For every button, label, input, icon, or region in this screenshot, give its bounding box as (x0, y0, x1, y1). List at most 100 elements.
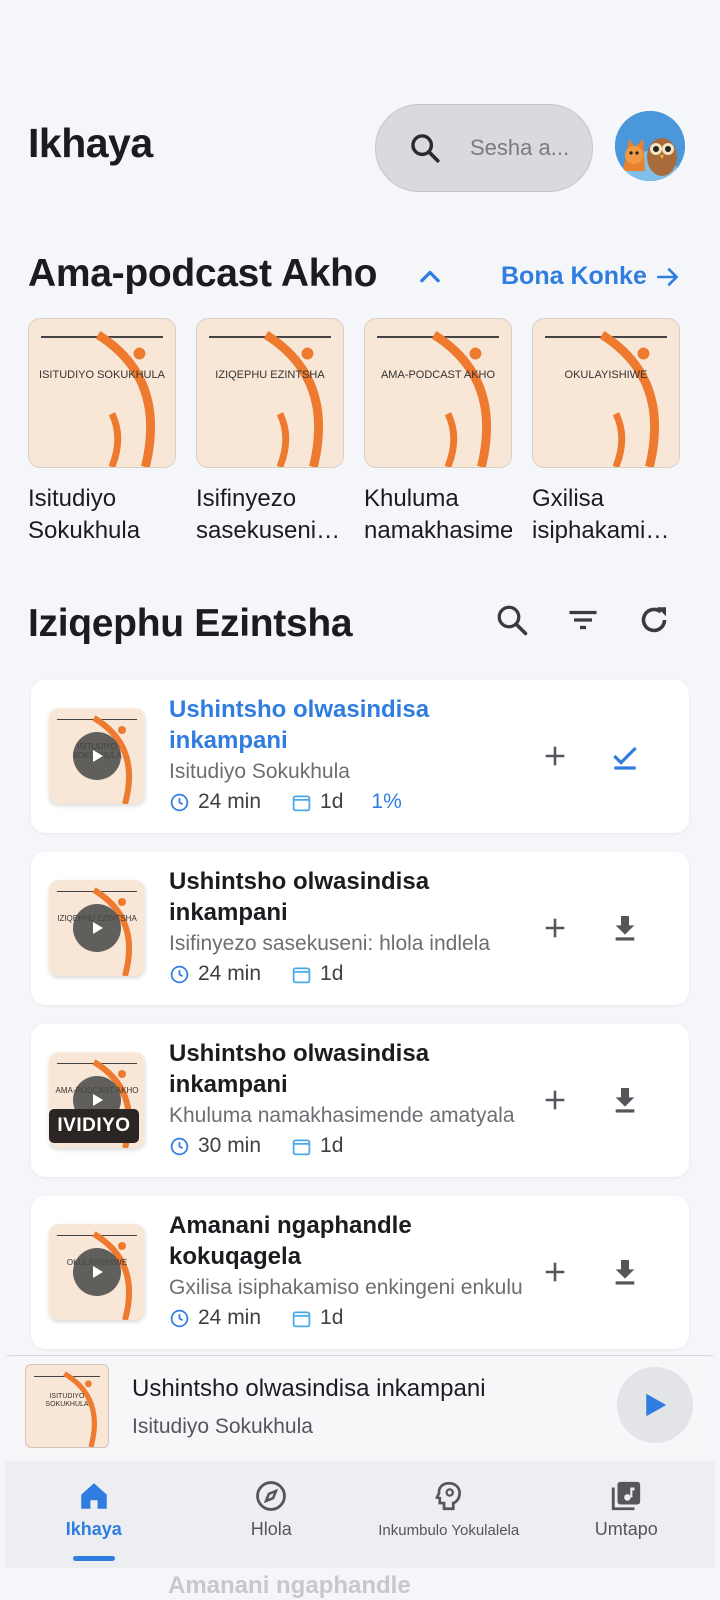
episode-title: Ushintsho olwasindisa inkampani (169, 868, 430, 926)
podcast-cover: OKULAYISHIWE (532, 318, 680, 468)
user-avatar[interactable] (615, 111, 685, 181)
search-icon[interactable] (494, 602, 530, 638)
episode-date: 1d (320, 962, 344, 985)
episode-title: Ushintsho olwasindisa inkampani (169, 696, 430, 754)
add-to-queue-icon[interactable] (541, 742, 569, 770)
play-button[interactable] (617, 1367, 693, 1443)
episode-duration: 24 min (198, 1306, 262, 1329)
episode-thumbnail[interactable]: IZIQEPHU EZINTSHA (49, 880, 145, 976)
play-icon (646, 1393, 667, 1417)
download-icon[interactable] (609, 1256, 641, 1288)
episode-show: Gxilisa isiphakamiso enkingeni enkulu (169, 1276, 523, 1299)
episode-thumbnail[interactable]: OKULAYISHIWE (49, 1224, 145, 1320)
nav-item-label: Hlola (250, 1519, 292, 1539)
calendar-icon (292, 1139, 311, 1155)
podcast-name: Khuluma namakhasimende (364, 485, 512, 544)
episode-date: 1d (320, 1306, 344, 1329)
play-overlay[interactable] (73, 732, 121, 780)
player-show: Isitudiyo Sokukhula (132, 1415, 313, 1438)
play-icon (93, 750, 103, 762)
see-all-label: Bona Konke (501, 262, 647, 290)
mini-player[interactable]: ISITUDIYO SOKUKHULA Ushintsho olwasindis… (5, 1355, 715, 1459)
home-icon (81, 1483, 107, 1509)
ghost-episode-title: Amanani ngaphandle (168, 1572, 411, 1599)
player-cover-text: ISITUDIYO SOKUKHULA (45, 1393, 89, 1408)
chevron-up-icon[interactable] (416, 262, 444, 290)
podcast-cover-text: OKULAYISHIWE (564, 369, 648, 381)
bottom-navigation: Ikhaya Hlola Inkumbulo Yokulalela Umtapo (5, 1461, 715, 1568)
podcast-name: Isitudiyo Sokukhula (28, 485, 141, 544)
nav-item-library[interactable]: Umtapo (538, 1461, 716, 1568)
episode-card[interactable]: IZIQEPHU EZINTSHA Ushintsho olwasindisa … (31, 852, 689, 1005)
clock-icon (170, 793, 189, 811)
podcast-cover-text: IZIQEPHU EZINTSHA (215, 369, 325, 381)
podcast-card[interactable]: ISITUDIYO SOKUKHULA Isitudiyo Sokukhula (28, 318, 176, 547)
podcasts-section-title: Ama-podcast Akho (28, 252, 378, 295)
play-icon (93, 1266, 103, 1278)
episode-duration: 24 min (198, 790, 262, 813)
add-to-queue-icon[interactable] (541, 1258, 569, 1286)
podcast-carousel[interactable]: ISITUDIYO SOKUKHULA Isitudiyo Sokukhula … (28, 318, 720, 548)
episode-duration: 24 min (198, 962, 262, 985)
podcast-card[interactable]: AMA-PODCAST AKHO Khuluma namakhasimende (364, 318, 512, 547)
download-icon[interactable] (609, 1084, 641, 1116)
episode-show: Isitudiyo Sokukhula (169, 760, 350, 783)
nav-item-listening-memory[interactable]: Inkumbulo Yokulalela (360, 1461, 538, 1568)
episode-date: 1d (320, 1134, 344, 1157)
nav-item-explore[interactable]: Hlola (183, 1461, 361, 1568)
episode-show: Isifinyezo sasekuseni: hlola indlela (169, 932, 491, 955)
podcast-cover-text: ISITUDIYO SOKUKHULA (39, 369, 165, 381)
calendar-icon (292, 967, 311, 983)
search-placeholder: Sesha a... (470, 135, 570, 160)
brain-icon (434, 1481, 461, 1511)
active-indicator (72, 1556, 115, 1561)
app-header: Ikhaya Sesha a... (0, 102, 720, 192)
podcast-card[interactable]: OKULAYISHIWE Gxilisa isiphakamiso enking… (532, 318, 680, 547)
episode-progress: 1% (371, 790, 402, 813)
podcast-card[interactable]: IZIQEPHU EZINTSHA Isifinyezo sasekuseni:… (196, 318, 344, 547)
calendar-icon (292, 795, 311, 811)
episode-title: Ushintsho olwasindisa inkampani (169, 1040, 430, 1098)
search-icon (411, 134, 440, 163)
add-to-queue-icon[interactable] (541, 914, 569, 942)
episodes-section-title: Iziqephu Ezintsha (28, 602, 353, 645)
podcast-cover: ISITUDIYO SOKUKHULA (28, 318, 176, 468)
player-thumbnail: ISITUDIYO SOKUKHULA (25, 1364, 109, 1448)
episode-title: Amanani ngaphandle kokuqagela (169, 1212, 412, 1270)
podcast-name: Isifinyezo sasekuseni: hlola indlela (196, 485, 323, 544)
refresh-icon[interactable] (636, 602, 672, 638)
add-to-queue-icon[interactable] (541, 1086, 569, 1114)
download-icon[interactable] (609, 912, 641, 944)
see-all-link[interactable]: Bona Konke (501, 262, 681, 291)
nav-item-label: Inkumbulo Yokulalela (378, 1522, 520, 1539)
compass-icon (256, 1481, 287, 1511)
episode-card[interactable]: AMA-PODCAST AKHO IVIDIYO Ushintsho olwas… (31, 1024, 689, 1177)
play-icon (93, 922, 103, 934)
episode-toolbar (494, 602, 672, 638)
episode-thumbnail[interactable]: ISITUDIYO SOKUKHULA (49, 708, 145, 804)
podcast-name: Gxilisa isiphakamiso enkingeni (532, 485, 671, 544)
clock-icon (170, 1137, 189, 1155)
nav-item-label: Ikhaya (65, 1519, 122, 1539)
page-title: Ikhaya (28, 120, 153, 166)
episode-duration: 30 min (198, 1134, 262, 1157)
search-bar[interactable]: Sesha a... (375, 104, 593, 192)
check-icon[interactable] (609, 740, 641, 772)
play-overlay[interactable] (73, 904, 121, 952)
play-overlay[interactable] (73, 1248, 121, 1296)
nav-item-label: Umtapo (594, 1519, 658, 1539)
episode-card[interactable]: OKULAYISHIWE Amanani ngaphandle kokuqage… (31, 1196, 689, 1349)
nav-item-home[interactable]: Ikhaya (5, 1461, 183, 1568)
library-music-icon (612, 1481, 641, 1511)
calendar-icon (292, 1311, 311, 1327)
episode-date: 1d (320, 790, 344, 813)
player-title: Ushintsho olwasindisa inkampani (132, 1375, 486, 1402)
arrow-right-icon (656, 267, 678, 286)
fox-owl-avatar-icon (615, 111, 685, 181)
episode-card[interactable]: ISITUDIYO SOKUKHULA Ushintsho olwasindis… (31, 680, 689, 833)
filter-icon[interactable] (565, 602, 601, 638)
play-icon (93, 1094, 103, 1106)
podcast-cover: AMA-PODCAST AKHO (364, 318, 512, 468)
episode-show: Khuluma namakhasimende amatyala (169, 1104, 515, 1127)
podcast-cover: IZIQEPHU EZINTSHA (196, 318, 344, 468)
